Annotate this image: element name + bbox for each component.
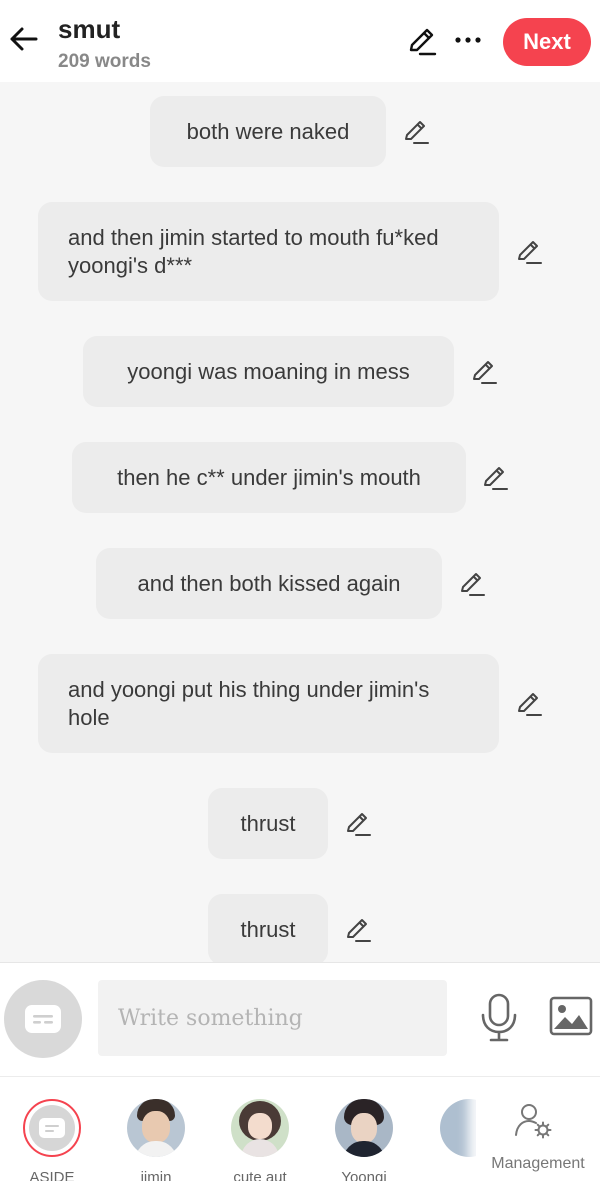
- edit-message-pencil-icon[interactable]: [402, 118, 430, 146]
- message-bubble[interactable]: and then both kissed again: [96, 548, 442, 619]
- edit-message-pencil-icon[interactable]: [458, 570, 486, 598]
- character-yoongi[interactable]: Yoongi: [319, 1099, 409, 1181]
- message-bubble[interactable]: thrust: [208, 894, 328, 962]
- avatar: [23, 1099, 81, 1157]
- character-label: cute aut: [233, 1169, 287, 1181]
- edit-message-pencil-icon[interactable]: [481, 464, 509, 492]
- next-button[interactable]: Next: [503, 18, 591, 66]
- user-settings-icon: [515, 1104, 552, 1139]
- message-bubble[interactable]: both were naked: [150, 96, 386, 167]
- edit-message-pencil-icon[interactable]: [344, 916, 372, 944]
- aside-toggle-button[interactable]: [4, 980, 82, 1058]
- message-text: both were naked: [186, 118, 350, 144]
- character-label: Yoongi: [341, 1169, 387, 1181]
- character-cute-aut[interactable]: cute aut: [215, 1099, 305, 1181]
- message-bubble[interactable]: then he c** under jimin's mouth: [72, 442, 466, 513]
- avatar: [127, 1099, 185, 1157]
- edit-message-pencil-icon[interactable]: [515, 238, 543, 266]
- message-bubble[interactable]: and yoongi put his thing under jimin's h…: [38, 654, 499, 753]
- chat-bubble-icon: [25, 1005, 61, 1033]
- message-text: and then jimin started to mouth fu*ked y…: [68, 224, 439, 278]
- message-list[interactable]: both were naked and then jimin started t…: [0, 82, 600, 962]
- microphone-icon[interactable]: [478, 993, 520, 1043]
- edit-message-pencil-icon[interactable]: [470, 358, 498, 386]
- edit-message-pencil-icon[interactable]: [515, 690, 543, 718]
- message-text: thrust: [240, 810, 296, 836]
- image-icon[interactable]: [549, 996, 593, 1036]
- message-bubble[interactable]: yoongi was moaning in mess: [83, 336, 454, 407]
- message-text: thrust: [240, 916, 296, 942]
- edit-message-pencil-icon[interactable]: [344, 810, 372, 838]
- back-arrow-icon[interactable]: [6, 22, 40, 56]
- character-aside[interactable]: ASIDE: [7, 1099, 97, 1181]
- message-bubble[interactable]: and then jimin started to mouth fu*ked y…: [38, 202, 499, 301]
- character-label: jimin: [140, 1169, 172, 1181]
- message-bubble[interactable]: thrust: [208, 788, 328, 859]
- avatar: [335, 1099, 393, 1157]
- management-label: Management: [491, 1155, 585, 1172]
- character-jimin[interactable]: jimin: [111, 1099, 201, 1181]
- write-something-input[interactable]: [98, 980, 447, 1056]
- word-count: 209 words: [58, 51, 151, 72]
- message-text: and then both kissed again: [137, 570, 401, 596]
- character-label: ASIDE: [29, 1169, 75, 1181]
- management-button[interactable]: Management: [476, 1077, 600, 1181]
- message-text: yoongi was moaning in mess: [127, 358, 410, 384]
- message-text: and yoongi put his thing under jimin's h…: [68, 676, 430, 730]
- character-selector: ASIDE jimin cute aut Yoongi Management: [0, 1076, 600, 1181]
- composer-bar: [0, 962, 600, 1076]
- chat-bubble-icon: [39, 1118, 65, 1138]
- more-options-icon[interactable]: [452, 24, 484, 56]
- edit-title-pencil-icon[interactable]: [406, 26, 438, 58]
- top-bar: smut 209 words Next: [0, 0, 600, 82]
- avatar: [231, 1099, 289, 1157]
- story-title: smut: [58, 14, 121, 44]
- message-text: then he c** under jimin's mouth: [117, 464, 421, 490]
